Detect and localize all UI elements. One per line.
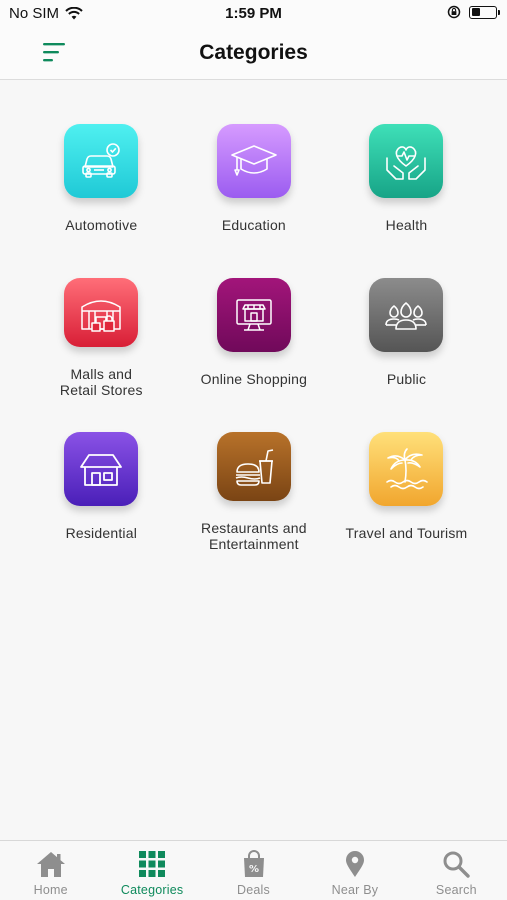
category-grid: Automotive Education Health Malls and Re… xyxy=(25,124,483,552)
tab-home[interactable]: Home xyxy=(0,841,101,900)
tab-deals[interactable]: % Deals xyxy=(203,841,304,900)
category-label: Residential xyxy=(65,525,138,541)
category-public[interactable]: Public xyxy=(330,278,483,398)
tab-categories[interactable]: Categories xyxy=(101,841,202,900)
status-right xyxy=(447,5,500,19)
category-health[interactable]: Health xyxy=(330,124,483,244)
tab-label: Near By xyxy=(331,883,379,897)
grid-icon xyxy=(139,851,166,877)
mall-icon xyxy=(81,299,122,332)
home-icon xyxy=(36,852,65,877)
category-label: Automotive xyxy=(65,217,138,233)
category-label: Health xyxy=(385,217,428,233)
burger-drink-icon xyxy=(235,448,274,486)
palm-tree-icon xyxy=(386,448,429,490)
online-store-icon xyxy=(236,299,272,331)
search-icon xyxy=(443,851,471,878)
battery-icon xyxy=(469,5,500,19)
tab-label: Categories xyxy=(120,883,184,897)
public-tile xyxy=(369,278,444,352)
header-bar: Categories xyxy=(0,28,507,80)
category-restaurants[interactable]: Restaurants and Entertainment xyxy=(178,432,331,552)
category-label: Restaurants and Entertainment xyxy=(201,520,307,552)
category-label: Malls and Retail Stores xyxy=(59,366,143,398)
svg-text:%: % xyxy=(249,864,259,875)
category-education[interactable]: Education xyxy=(178,124,331,244)
tab-bar: Home Categories % Deals Near By Search xyxy=(0,840,507,900)
travel-tile xyxy=(369,432,444,506)
tab-near-by[interactable]: Near By xyxy=(304,841,405,900)
category-label: Public xyxy=(386,371,427,387)
category-online-shopping[interactable]: Online Shopping xyxy=(178,278,331,398)
tab-label: Home xyxy=(33,883,68,897)
deals-bag-icon: % xyxy=(243,850,264,877)
restaurants-tile xyxy=(216,432,291,501)
category-label: Education xyxy=(221,217,286,233)
category-label: Travel and Tourism xyxy=(345,525,468,541)
heart-hands-icon xyxy=(386,146,427,180)
health-tile xyxy=(369,124,444,198)
page-title: Categories xyxy=(199,41,308,64)
status-bar: No SIM 1:59 PM xyxy=(0,0,507,28)
category-residential[interactable]: Residential xyxy=(25,432,178,552)
tab-label: Search xyxy=(435,883,477,897)
automotive-tile xyxy=(64,124,139,198)
category-automotive[interactable]: Automotive xyxy=(25,124,178,244)
location-pin-icon xyxy=(345,851,364,877)
orientation-lock-icon xyxy=(447,5,461,19)
tab-label: Deals xyxy=(237,883,270,897)
tab-search[interactable]: Search xyxy=(406,841,507,900)
car-icon xyxy=(82,143,121,178)
people-icon xyxy=(385,302,428,330)
category-label: Online Shopping xyxy=(200,371,308,387)
residential-tile xyxy=(64,432,139,506)
online-shopping-tile xyxy=(216,278,291,352)
category-travel[interactable]: Travel and Tourism xyxy=(330,432,483,552)
category-malls[interactable]: Malls and Retail Stores xyxy=(25,278,178,398)
house-icon xyxy=(80,454,123,486)
status-time: 1:59 PM xyxy=(225,5,282,22)
education-tile xyxy=(216,124,291,198)
graduation-cap-icon xyxy=(231,145,277,176)
malls-tile xyxy=(64,278,139,347)
